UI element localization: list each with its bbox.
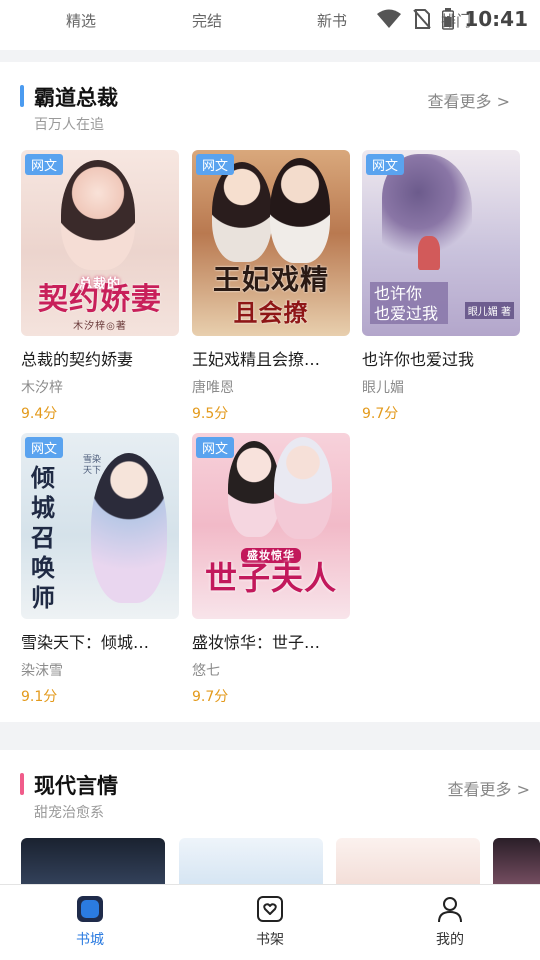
app-screen: 精选 完结 新书 排门 10:41 霸道总裁 百万人在追 查看更多 > 网文 总… (0, 0, 540, 960)
book-title[interactable]: 总裁的契约娇妻 (21, 346, 179, 370)
nav-label: 书城 (76, 932, 104, 948)
tab-completed[interactable]: 完结 (192, 10, 222, 31)
cover-illustration (418, 236, 440, 270)
nav-profile[interactable]: 我的 (410, 895, 490, 949)
cover-title: 也许你 也爱过我 (374, 284, 439, 323)
cover-author: 木汐梓◎著 (73, 321, 127, 332)
book-card[interactable]: 网文 总裁的 契约娇妻 木汐梓◎著 总裁的契约娇妻 木汐梓 9.4分 (21, 150, 179, 423)
book-card[interactable]: 网文 盛妆惊华 世子夫人 盛妆惊华：世子… 悠七 9.7分 (192, 433, 350, 706)
book-author: 唐唯恩 (192, 380, 234, 396)
book-card[interactable]: 网文 也许你 也爱过我 眼儿媚 著 也许你也爱过我 眼儿媚 9.7分 (362, 150, 520, 423)
section-accent-bar (20, 773, 24, 795)
nav-bookstore[interactable]: 书城 (50, 895, 130, 949)
book-score: 9.5分 (192, 406, 229, 422)
cover-illustration (228, 441, 280, 537)
section-ceo-romance: 霸道总裁 百万人在追 查看更多 > 网文 总裁的 契约娇妻 木汐梓◎著 总裁的契… (0, 62, 540, 722)
book-title[interactable]: 盛妆惊华：世子… (192, 629, 350, 653)
book-title[interactable]: 雪染天下：倾城… (21, 629, 179, 653)
book-cover[interactable]: 网文 盛妆惊华 世子夫人 (192, 433, 350, 619)
tab-new-books[interactable]: 新书 (317, 10, 347, 31)
cover-illustration (270, 158, 330, 263)
book-title[interactable]: 王妃戏精且会撩… (192, 346, 350, 370)
book-cover[interactable]: 网文 总裁的 契约娇妻 木汐梓◎著 (21, 150, 179, 336)
cover-illustration (91, 453, 167, 603)
cover-illustration (61, 160, 135, 270)
bottom-nav: 书城 书架 我的 (0, 884, 540, 960)
bookstore-icon (77, 896, 103, 922)
section-subtitle: 百万人在追 (34, 117, 104, 133)
cover-subtitle: 且会撩 (233, 298, 309, 327)
cover-subtitle: 雪染天下 (83, 455, 102, 476)
cover-title: 倾城召唤师 (31, 463, 55, 612)
wifi-icon (377, 9, 402, 28)
nav-label: 我的 (436, 932, 464, 948)
section-modern-romance: 现代言情 甜宠治愈系 查看更多 > (0, 750, 540, 898)
book-score: 9.7分 (362, 406, 399, 422)
book-cover[interactable]: 网文 倾城召唤师 雪染天下 (21, 433, 179, 619)
genre-tag: 网文 (366, 154, 405, 175)
book-cover[interactable]: 网文 也许你 也爱过我 眼儿媚 著 (362, 150, 520, 336)
top-bar: 精选 完结 新书 排门 10:41 (0, 0, 540, 50)
cover-illustration (212, 162, 272, 262)
genre-tag: 网文 (25, 154, 64, 175)
book-score: 9.1分 (21, 689, 58, 705)
cover-title: 契约娇妻 (38, 282, 162, 317)
profile-icon (438, 897, 462, 923)
cover-title: 世子夫人 (204, 559, 337, 597)
genre-tag: 网文 (196, 154, 235, 175)
book-author: 木汐梓 (21, 380, 63, 396)
cover-illustration (274, 437, 332, 539)
bookshelf-icon (257, 896, 283, 922)
section-title: 现代言情 (34, 774, 118, 798)
book-author: 染沫雪 (21, 663, 63, 679)
book-author: 眼儿媚 (362, 380, 404, 396)
section-accent-bar (20, 85, 24, 107)
see-more-link[interactable]: 查看更多 > (448, 776, 531, 800)
section-subtitle: 甜宠治愈系 (34, 805, 104, 821)
section-title: 霸道总裁 (34, 86, 118, 110)
see-more-link[interactable]: 查看更多 > (428, 88, 511, 112)
cover-author: 眼儿媚 著 (464, 302, 514, 319)
battery-icon (442, 8, 455, 30)
sim-off-icon (413, 9, 432, 29)
nav-bookshelf[interactable]: 书架 (230, 895, 310, 949)
book-score: 9.4分 (21, 406, 58, 422)
clock: 10:41 (464, 7, 528, 31)
genre-tag: 网文 (196, 437, 235, 458)
book-title[interactable]: 也许你也爱过我 (362, 346, 520, 370)
book-card[interactable]: 网文 倾城召唤师 雪染天下 雪染天下：倾城… 染沫雪 9.1分 (21, 433, 179, 706)
book-card[interactable]: 网文 王妃戏精 且会撩 王妃戏精且会撩… 唐唯恩 9.5分 (192, 150, 350, 423)
cover-title: 王妃戏精 (212, 263, 329, 296)
book-author: 悠七 (192, 663, 220, 679)
book-cover[interactable]: 网文 王妃戏精 且会撩 (192, 150, 350, 336)
book-score: 9.7分 (192, 689, 229, 705)
nav-label: 书架 (256, 932, 284, 948)
tab-featured[interactable]: 精选 (66, 10, 96, 31)
status-bar: 10:41 (376, 6, 528, 32)
genre-tag: 网文 (25, 437, 64, 458)
